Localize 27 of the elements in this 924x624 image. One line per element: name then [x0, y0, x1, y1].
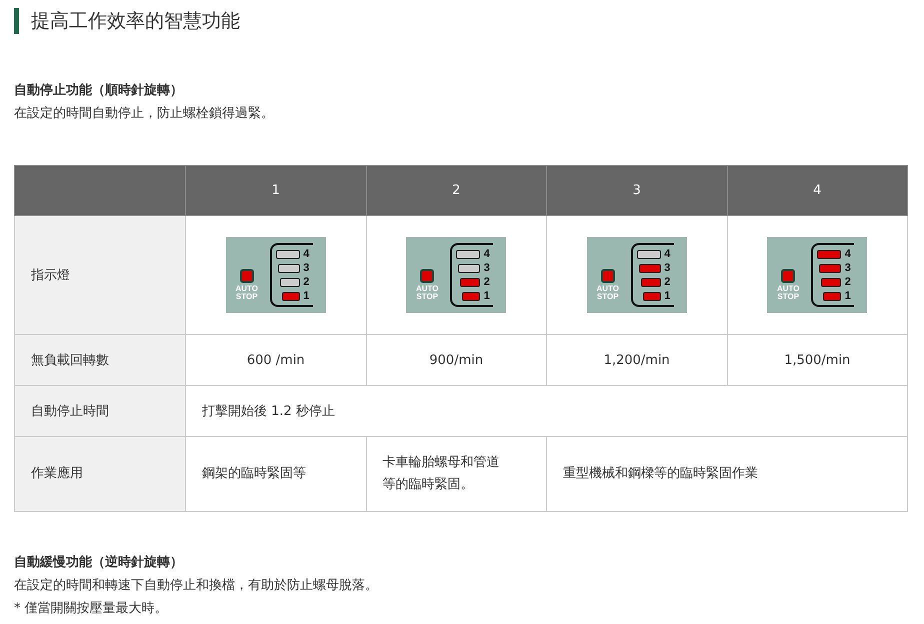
footnote: * 僅當開關按壓量最大時。	[14, 600, 169, 618]
table-cell: 重型機械和鋼樑等的臨時緊固作業	[546, 436, 908, 512]
table-cell: 1,200/min	[546, 334, 727, 386]
indicator-panel-drawing: AUTO STOP 4 3 2 1	[406, 237, 506, 313]
table-cell: 900/min	[366, 334, 546, 386]
table-cell: 600 /min	[186, 334, 366, 386]
heading-accent-bar	[14, 8, 19, 34]
section-text: 在設定的時間和轉速下自動停止和換檔，有助於防止螺母脫落。	[14, 577, 379, 595]
row-label: 自動停止時間	[14, 386, 186, 436]
table-cell: 打擊開始後 1.2 秒停止	[186, 386, 908, 436]
indicator-panel-drawing: AUTO STOP 4 3 2 1	[226, 237, 326, 313]
header-cell: 3	[546, 166, 727, 216]
header-cell: 4	[727, 166, 908, 216]
section-text: 在設定的時間自動停止，防止螺栓鎖得過緊。	[14, 105, 275, 123]
indicator-panel-drawing: AUTO STOP 4 3 2 1	[767, 237, 868, 313]
table-cell: 1,500/min	[727, 334, 908, 386]
page-heading: 提高工作效率的智慧功能	[31, 9, 240, 34]
section-title: 自動緩慢功能（逆時針旋轉）	[14, 554, 184, 572]
header-cell: 2	[366, 166, 546, 216]
row-label: 無負載回轉數	[14, 334, 186, 386]
header-cell: 1	[186, 166, 366, 216]
row-label: 作業應用	[14, 436, 186, 512]
table-cell: 卡車輪胎螺母和管道等的臨時緊固。	[366, 436, 546, 512]
indicator-panel-drawing: AUTO STOP 4 3 2 1	[586, 237, 687, 313]
section-title: 自動停止功能（順時針旋轉）	[14, 82, 184, 100]
table-cell: 鋼架的臨時緊固等	[186, 436, 366, 512]
row-label: 指示燈	[14, 216, 186, 334]
